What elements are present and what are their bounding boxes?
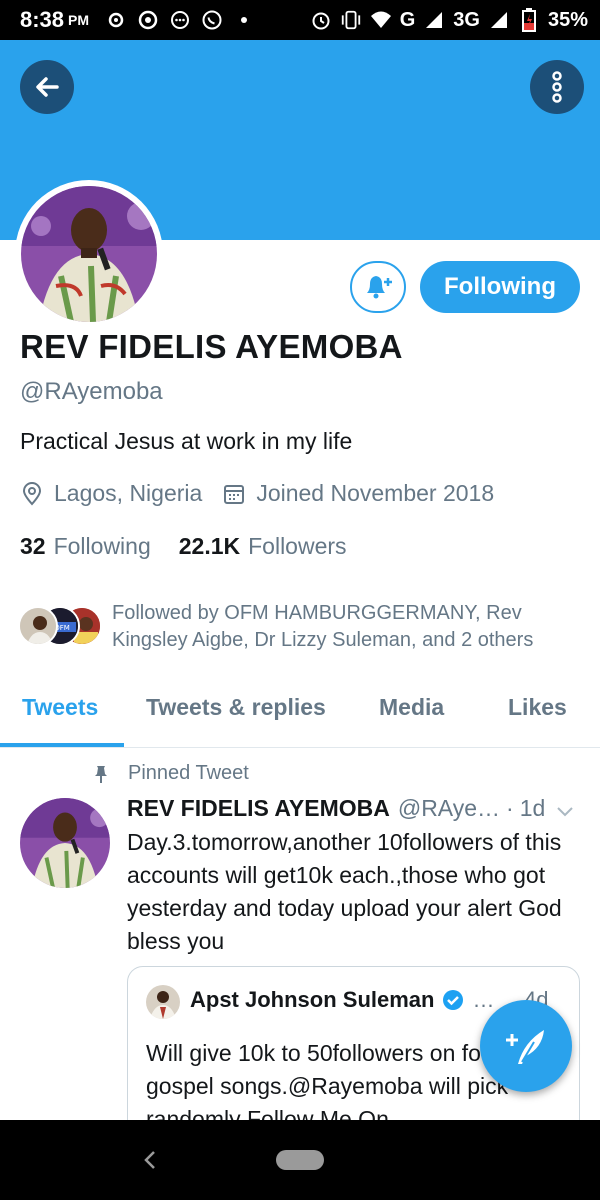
followed-by-text[interactable]: Followed by OFM HAMBURGGERMANY, Rev King… xyxy=(112,600,582,654)
tweet-author-avatar[interactable] xyxy=(20,798,110,888)
compose-feather-icon xyxy=(506,1030,544,1064)
tab-tweets[interactable]: Tweets xyxy=(22,694,98,721)
signal-icon-2 xyxy=(488,9,510,31)
profile-handle: @RAyemoba xyxy=(20,378,163,405)
active-tab-indicator xyxy=(0,743,124,747)
messenger-notification-icon xyxy=(169,9,191,31)
tweet-time: 1d xyxy=(519,795,546,821)
followed-by-avatars[interactable]: OFM xyxy=(18,606,102,646)
bell-plus-icon xyxy=(367,276,392,299)
chrome-notification-icon xyxy=(137,9,159,31)
pinned-tweet-label: Pinned Tweet xyxy=(92,762,249,785)
tweet-author-name[interactable]: REV FIDELIS AYEMOBA xyxy=(127,795,390,822)
profile-meta: Lagos, Nigeria Joined November 2018 xyxy=(20,480,494,507)
alarm-icon xyxy=(310,9,332,31)
wifi-icon xyxy=(370,9,392,31)
following-button[interactable]: Following xyxy=(420,261,580,313)
compose-tweet-button[interactable] xyxy=(480,1000,572,1092)
location-pin-icon xyxy=(20,481,44,506)
follower-avatar xyxy=(18,606,58,646)
battery-icon xyxy=(518,8,540,32)
quoted-tweet-header: Apst Johnson Suleman … xyxy=(190,987,500,1013)
more-options-button[interactable] xyxy=(530,60,584,114)
tweet-header: REV FIDELIS AYEMOBA @RAye… · 1d xyxy=(127,795,545,822)
calendar-icon xyxy=(222,482,246,506)
following-count: 32 xyxy=(20,533,46,559)
back-arrow-icon xyxy=(36,77,59,97)
follow-counts: 32 Following 22.1K Followers xyxy=(20,533,375,560)
following-count-link[interactable]: 32 Following xyxy=(20,533,151,560)
battery-percent: 35% xyxy=(547,8,588,31)
tab-likes[interactable]: Likes xyxy=(508,694,567,721)
more-vertical-icon xyxy=(552,71,562,103)
profile-name: REV FIDELIS AYEMOBA xyxy=(20,328,403,365)
following-label: Following xyxy=(53,533,151,559)
tab-tweets-replies[interactable]: Tweets & replies xyxy=(146,694,326,721)
whatsapp-notification-icon xyxy=(201,9,223,31)
vibrate-icon xyxy=(340,9,362,31)
settings-notification-icon xyxy=(105,9,127,31)
quoted-author-avatar xyxy=(146,985,180,1019)
status-ampm: PM xyxy=(68,12,90,28)
chevron-down-icon[interactable] xyxy=(554,800,576,822)
tweet-text: Day.3.tomorrow,another 10followers of th… xyxy=(127,829,562,954)
profile-avatar[interactable] xyxy=(15,180,163,328)
followers-count-link[interactable]: 22.1K Followers xyxy=(179,533,347,560)
avatar xyxy=(21,186,157,322)
tweet-author-handle[interactable]: @RAye… xyxy=(398,795,500,822)
quoted-handle-ellipsis: … xyxy=(472,987,495,1012)
nav-home-pill[interactable] xyxy=(276,1150,324,1170)
tweet-separator: · xyxy=(506,795,514,821)
followers-label: Followers xyxy=(248,533,347,559)
status-time: 8:38 xyxy=(20,7,65,32)
notification-icons xyxy=(105,9,255,31)
verified-badge-icon xyxy=(442,989,464,1011)
pinned-text: Pinned Tweet xyxy=(128,762,249,784)
notifications-button[interactable] xyxy=(350,261,406,313)
pin-icon xyxy=(92,765,110,783)
nav-back-icon[interactable] xyxy=(140,1148,160,1172)
signal-icon xyxy=(423,9,445,31)
back-button[interactable] xyxy=(20,60,74,114)
profile-bio: Practical Jesus at work in my life xyxy=(20,428,353,454)
profile-joined: Joined November 2018 xyxy=(256,480,495,506)
dot-icon xyxy=(233,9,255,31)
quoted-author-name: Apst Johnson Suleman xyxy=(190,987,435,1012)
profile-tabs: Tweets Tweets & replies Media Likes xyxy=(0,686,600,748)
profile-location: Lagos, Nigeria xyxy=(54,480,203,506)
status-bar: 8:38 PM G 3G 35% xyxy=(0,0,600,40)
followers-count: 22.1K xyxy=(178,533,241,559)
tab-media[interactable]: Media xyxy=(379,694,444,721)
network-g-label: G xyxy=(399,8,416,31)
network-3g-label: 3G xyxy=(453,8,480,31)
system-status: G 3G 35% xyxy=(310,8,588,32)
